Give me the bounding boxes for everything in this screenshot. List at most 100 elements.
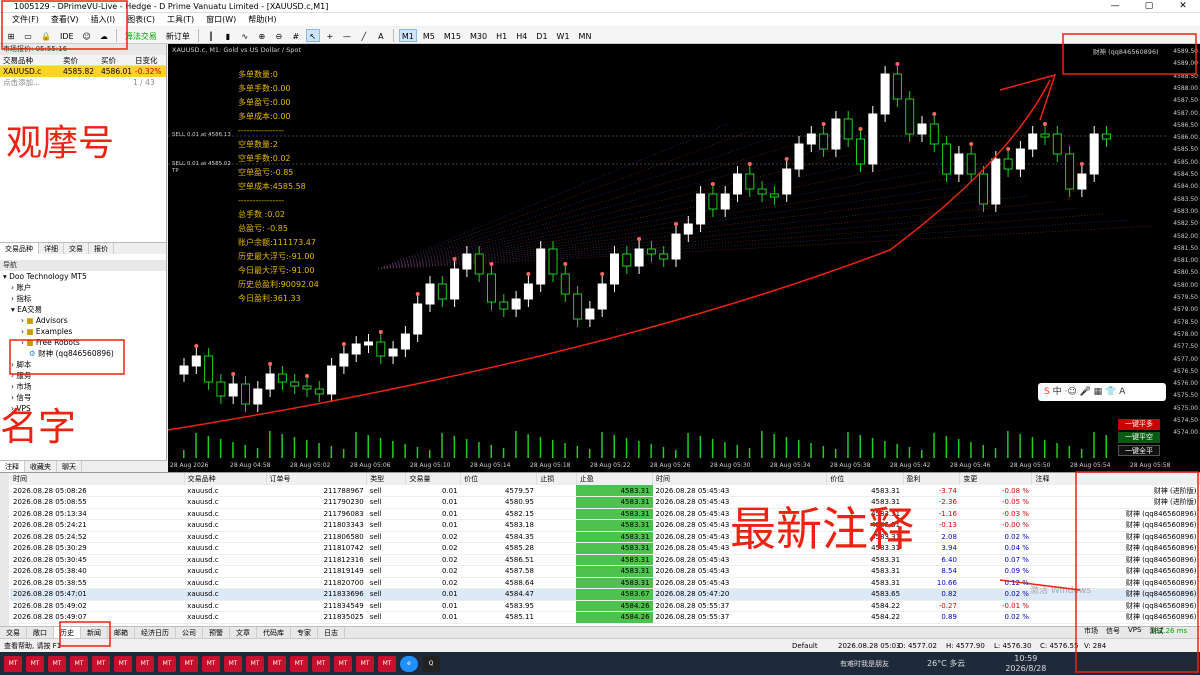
column-header[interactable]: 价位	[826, 473, 904, 485]
lock-icon[interactable]: 🔒	[38, 29, 54, 42]
crosshair-icon[interactable]: +	[323, 29, 337, 42]
toolbox-tab[interactable]: 敞口	[27, 627, 54, 638]
edge-icon[interactable]: e	[400, 655, 418, 672]
column-header[interactable]: 变更	[959, 473, 1033, 485]
table-row[interactable]: 2026.08.28 05:24:21 xauusd.c 211803343 sell…	[10, 519, 1200, 532]
toolbox-tab[interactable]: 公司	[176, 627, 203, 638]
column-header[interactable]: 止盈	[576, 473, 654, 485]
tab-ticks[interactable]: 报价	[89, 243, 114, 254]
toolbox-tab[interactable]: 历史	[54, 627, 81, 638]
table-row[interactable]: 2026.08.28 05:08:26 xauusd.c 211788967 sell…	[10, 485, 1200, 497]
taskbar-app-icon[interactable]: MT	[312, 655, 330, 672]
tab-chat[interactable]: 聊天	[57, 461, 82, 472]
ime-toolbar[interactable]: S 中 ·☺ 🎤 ▦ 👕 A	[1038, 383, 1166, 401]
tab-common[interactable]: 注释	[0, 461, 25, 472]
symbol-row-xauusd[interactable]: XAUUSD.c 4585.82 4586.01 -0.32%	[0, 66, 166, 77]
table-row[interactable]: 2026.08.28 05:38:40 xauusd.c 211819149 sell…	[10, 565, 1200, 578]
nav-services[interactable]: › 服务	[3, 370, 166, 381]
tab-vps[interactable]: VPS	[1128, 626, 1141, 636]
column-header[interactable]: 交易品种	[184, 473, 267, 485]
table-row[interactable]: 2026.08.28 05:30:29 xauusd.c 211810742 sell…	[10, 542, 1200, 555]
tab-details[interactable]: 详细	[39, 243, 64, 254]
taskbar-app-icon[interactable]: MT	[114, 655, 132, 672]
nav-indicators[interactable]: › 指标	[3, 293, 166, 304]
taskbar-app-icon[interactable]: MT	[202, 655, 220, 672]
nav-signals[interactable]: › 信号	[3, 392, 166, 403]
bar-chart-icon[interactable]: ║	[204, 29, 218, 42]
table-row[interactable]: 2026.08.28 05:13:34 xauusd.c 211796083 sell…	[10, 508, 1200, 520]
nav-accounts[interactable]: › 账户	[3, 282, 166, 293]
ide-button[interactable]: IDE	[57, 29, 77, 42]
new-chart-icon[interactable]: ⊞	[4, 29, 18, 42]
taskbar-app-icon[interactable]: MT	[48, 655, 66, 672]
qq-icon[interactable]: Q	[422, 655, 440, 672]
toolbox-tab[interactable]: 经济日历	[135, 627, 176, 638]
table-row[interactable]: 2026.08.28 05:49:02 xauusd.c 211834549 sell…	[10, 600, 1200, 612]
menu-file[interactable]: 文件(F)	[6, 13, 45, 26]
taskbar-app-icon[interactable]: MT	[92, 655, 110, 672]
taskbar-app-icon[interactable]: MT	[158, 655, 176, 672]
column-header[interactable]: 时间	[10, 473, 185, 485]
algo-trading-button[interactable]: 算法交易	[122, 29, 160, 42]
new-order-button[interactable]: 新订单	[163, 29, 193, 42]
tab-favorites[interactable]: 收藏夹	[25, 461, 57, 472]
menu-view[interactable]: 查看(V)	[45, 13, 85, 26]
minimize-button[interactable]: —	[1098, 0, 1132, 13]
tab-tester[interactable]: 测试	[1149, 626, 1163, 636]
tf-m1[interactable]: M1	[398, 28, 417, 42]
nav-vps[interactable]: › VPS	[3, 403, 166, 414]
close-all-button[interactable]: 一键全平	[1118, 445, 1160, 456]
menu-charts[interactable]: 图表(C)	[121, 13, 161, 26]
nav-experts[interactable]: ▾ EA交易	[3, 304, 166, 315]
close-button[interactable]: ✕	[1166, 0, 1200, 13]
nav-broker[interactable]: ▾ Doo Technology MT5	[3, 271, 166, 282]
tab-signals[interactable]: 信号	[1106, 626, 1120, 636]
add-symbol-row[interactable]: 点击添加... 1 / 43	[0, 77, 166, 88]
toolbox-tab[interactable]: 专家	[291, 627, 318, 638]
hline-icon[interactable]: —	[340, 29, 354, 42]
toolbox-tab[interactable]: 新闻	[81, 627, 108, 638]
tf-m30[interactable]: M30	[467, 29, 490, 42]
column-header[interactable]: 注释	[1031, 473, 1200, 485]
zoom-in-icon[interactable]: ⊕	[255, 29, 269, 42]
column-header[interactable]: 订单号	[266, 473, 368, 485]
tab-trading[interactable]: 交易	[64, 243, 89, 254]
taskbar-app-icon[interactable]: MT	[224, 655, 242, 672]
table-row[interactable]: 2026.08.28 05:38:55 xauusd.c 211820700 sell…	[10, 577, 1200, 589]
taskbar-app-icon[interactable]: MT	[246, 655, 264, 672]
toolbox-tab[interactable]: 邮箱	[108, 627, 135, 638]
tf-h4[interactable]: H4	[513, 29, 530, 42]
column-header[interactable]: 价位	[460, 473, 538, 485]
text-icon[interactable]: A	[374, 29, 388, 42]
toolbox-tab[interactable]: 预警	[203, 627, 230, 638]
toolbox-tab[interactable]: 交易	[0, 627, 27, 638]
price-chart[interactable]: XAUUSD.c, M1: Gold vs US Dollar / Spot 财…	[168, 44, 1200, 472]
tf-m5[interactable]: M5	[420, 29, 438, 42]
nav-scripts[interactable]: › 脚本	[3, 359, 166, 370]
maximize-button[interactable]: ▢	[1132, 0, 1166, 13]
grid-icon[interactable]: #	[289, 29, 303, 42]
table-row[interactable]: 2026.08.28 05:49:07 xauusd.c 211835025 sell…	[10, 611, 1200, 624]
table-row[interactable]: 2026.08.28 05:30:45 xauusd.c 211812316 sell…	[10, 554, 1200, 566]
taskbar-app-icon[interactable]: MT	[378, 655, 396, 672]
tf-h1[interactable]: H1	[493, 29, 510, 42]
nav-examples[interactable]: › ■ Examples	[3, 326, 166, 337]
tab-market[interactable]: 市场	[1084, 626, 1098, 636]
column-header[interactable]: 盈利	[903, 473, 961, 485]
column-header[interactable]: 交易量	[405, 473, 462, 485]
zoom-out-icon[interactable]: ⊖	[272, 29, 286, 42]
candle-chart-icon[interactable]: ▮	[221, 29, 235, 42]
column-header[interactable]: 类型	[366, 473, 407, 485]
nav-advisors[interactable]: › ■ Advisors	[3, 315, 166, 326]
table-row[interactable]: 2026.08.28 05:08:55 xauusd.c 211790230 sell…	[10, 496, 1200, 509]
taskbar-app-icon[interactable]: MT	[26, 655, 44, 672]
tf-w1[interactable]: W1	[554, 29, 573, 42]
taskbar-app-icon[interactable]: MT	[180, 655, 198, 672]
toolbox-tab[interactable]: 文章	[230, 627, 257, 638]
column-header[interactable]: 止损	[536, 473, 577, 485]
table-row[interactable]: 2026.08.28 05:24:52 xauusd.c 211806580 sell…	[10, 531, 1200, 543]
trendline-icon[interactable]: ╱	[357, 29, 371, 42]
user-icon[interactable]: ☺	[80, 29, 94, 42]
toolbox-tab[interactable]: 日志	[318, 627, 345, 638]
menu-window[interactable]: 窗口(W)	[200, 13, 242, 26]
